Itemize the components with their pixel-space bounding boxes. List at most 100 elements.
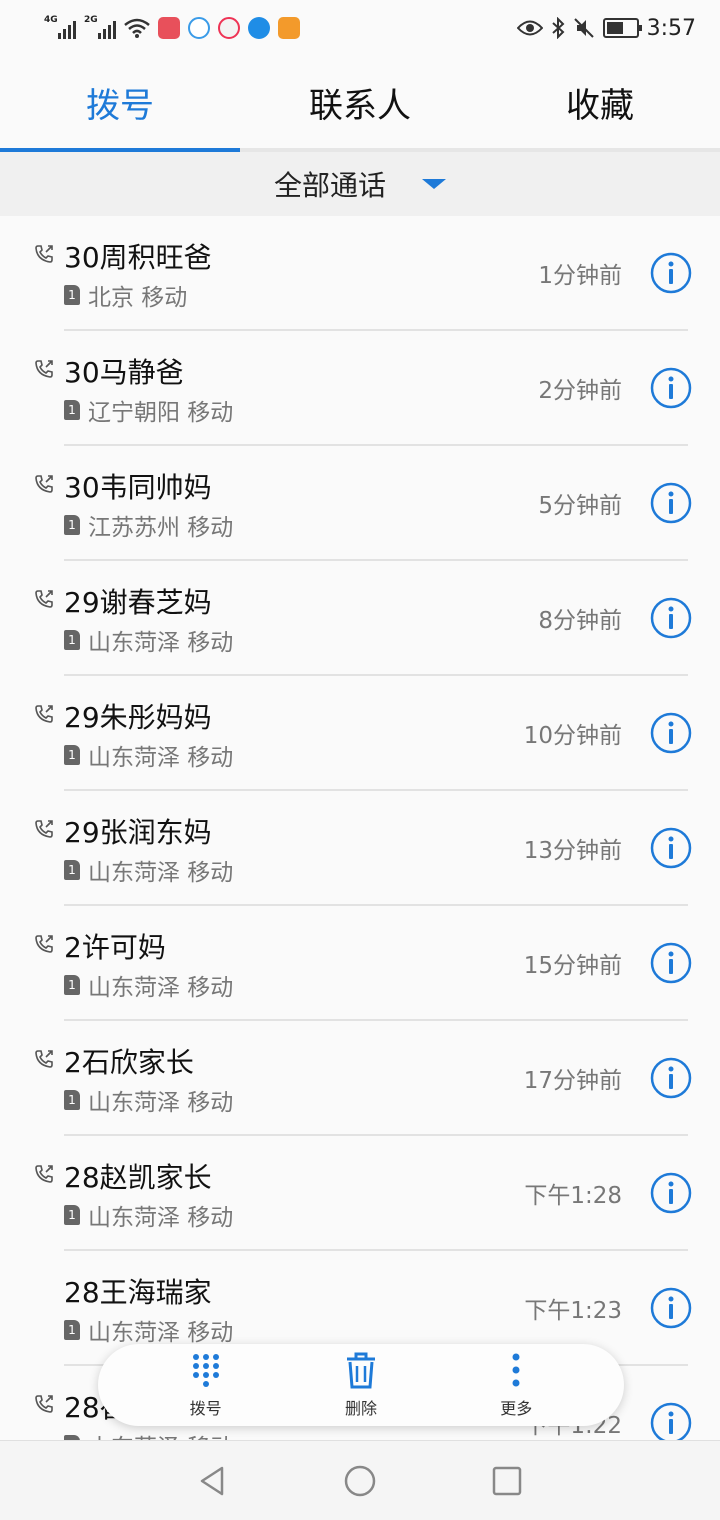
info-icon[interactable] [650, 482, 692, 524]
call-log-row[interactable]: 29张润东妈 1 山东菏泽 移动 13分钟前 [0, 791, 720, 906]
call-time: 13分钟前 [523, 838, 622, 864]
caller-location: 山东菏泽 移动 [88, 1320, 234, 1346]
caller-location-line: 1山东菏泽 移动 [64, 968, 233, 1002]
chevron-down-icon [422, 179, 446, 189]
caller-location: 山东菏泽 移动 [88, 745, 234, 771]
info-icon[interactable] [650, 252, 692, 294]
system-nav-bar [0, 1440, 720, 1520]
caller-location: 山东菏泽 移动 [88, 860, 234, 886]
info-icon[interactable] [650, 1172, 692, 1214]
outgoing-call-icon [35, 590, 53, 608]
caller-location-line: 1 山东菏泽 移动 [64, 623, 233, 657]
outgoing-call-icon [35, 245, 53, 263]
sim-card-icon: 1 [64, 400, 80, 420]
dialpad-icon [192, 1354, 219, 1387]
sim-card-icon: 1 [64, 1320, 80, 1340]
network-type-2: 2G [84, 15, 98, 25]
status-right: 3:57 [516, 16, 696, 41]
more-button[interactable]: 更多 [471, 1351, 561, 1419]
outgoing-call-icon [35, 1165, 53, 1183]
info-icon[interactable] [650, 367, 692, 409]
call-time: 2分钟前 [538, 378, 622, 404]
call-time: 8分钟前 [538, 608, 622, 634]
caller-location-line: 1山东菏泽 移动 [64, 1428, 233, 1440]
call-log-row[interactable]: 30韦同帅妈 1 江苏苏州 移动 5分钟前 [0, 446, 720, 561]
sim-card-icon: 1 [64, 1205, 80, 1225]
info-icon[interactable] [650, 712, 692, 754]
chat-bubble-icon [188, 17, 210, 39]
outgoing-call-icon [35, 475, 53, 493]
outgoing-call-icon [35, 705, 53, 723]
caller-name: 30马静爸 [64, 356, 184, 389]
call-log-row[interactable]: 29谢春芝妈 1 山东菏泽 移动 8分钟前 [0, 561, 720, 676]
caller-name: 30周积旺爸 [64, 241, 212, 274]
uc-browser-icon [278, 17, 300, 39]
sim-card-icon: 1 [64, 515, 80, 535]
caller-location-line: 1 北京 移动 [64, 278, 187, 312]
sim-card-icon: 1 [64, 285, 80, 305]
home-circle-icon[interactable] [343, 1464, 377, 1498]
caller-name: 29张润东妈 [64, 816, 212, 849]
call-filter-dropdown[interactable]: 全部通话 [0, 152, 720, 216]
call-log-row[interactable]: 2石欣家长 1 山东菏泽 移动 17分钟前 [0, 1021, 720, 1136]
app-notification-red-icon [158, 17, 180, 39]
outgoing-call-icon [35, 820, 53, 838]
outgoing-call-icon [35, 360, 53, 378]
caller-location: 北京 移动 [88, 285, 188, 311]
wifi-icon [124, 18, 150, 38]
info-icon[interactable] [650, 942, 692, 984]
network-type-1: 4G [44, 15, 58, 25]
battery-icon [602, 18, 642, 38]
info-icon[interactable] [650, 1057, 692, 1099]
delete-button-label: 删除 [344, 1399, 377, 1418]
recents-square-icon[interactable] [490, 1464, 524, 1498]
dialpad-button-label: 拨号 [189, 1399, 222, 1418]
eye-icon [516, 20, 543, 36]
call-log-row[interactable]: 2许可妈 1 山东菏泽 移动 15分钟前 [0, 906, 720, 1021]
sim-card-icon: 1 [64, 745, 80, 765]
caller-location: 山东菏泽 移动 [88, 630, 234, 656]
info-icon[interactable] [650, 827, 692, 869]
sim-card-icon: 1 [64, 630, 80, 650]
floating-action-bar: 拨号 删除 更多 [98, 1344, 624, 1426]
caller-location: 江苏苏州 移动 [88, 515, 234, 541]
trash-icon [346, 1352, 375, 1389]
call-log-row[interactable]: 30周积旺爸 1 北京 移动 1分钟前 [0, 216, 720, 331]
tab-favorites[interactable]: 收藏 [480, 56, 720, 148]
call-time: 10分钟前 [523, 723, 622, 749]
call-time: 5分钟前 [538, 493, 622, 519]
tab-dial[interactable]: 拨号 [0, 56, 240, 152]
caller-location-line: 1 山东菏泽 移动 [64, 738, 233, 772]
outgoing-call-icon [35, 935, 53, 953]
tab-contacts[interactable]: 联系人 [240, 56, 480, 148]
call-log-list[interactable]: 30周积旺爸 1 北京 移动 1分钟前 30马静爸 1 辽宁朝阳 移动 2分钟前 30韦同帅妈 1… [0, 216, 720, 1440]
main-tabs: 拨号 联系人 收藏 [0, 56, 720, 152]
caller-location-line: 1 江苏苏州 移动 [64, 508, 233, 542]
caller-location: 山东菏泽 移动 [88, 1205, 234, 1231]
call-time: 下午1:23 [524, 1298, 622, 1324]
call-log-row[interactable]: 28赵凯家长 1 山东菏泽 移动 下午1:28 [0, 1136, 720, 1251]
caller-location-line: 1 山东菏泽 移动 [64, 1313, 233, 1347]
call-filter-label: 全部通话 [273, 169, 386, 202]
status-bar: 4G 2G 3:57 [0, 0, 720, 56]
sim-card-icon: 1 [64, 1090, 80, 1110]
mute-icon [573, 18, 594, 38]
info-icon[interactable] [650, 1402, 692, 1440]
delete-button[interactable]: 删除 [316, 1351, 406, 1419]
call-log-row[interactable]: 30马静爸 1 辽宁朝阳 移动 2分钟前 [0, 331, 720, 446]
call-log-row[interactable]: 29朱彤妈妈 1 山东菏泽 移动 10分钟前 [0, 676, 720, 791]
caller-name: 28王海瑞家 [64, 1276, 212, 1309]
caller-location: 辽宁朝阳 移动 [88, 400, 234, 426]
caller-name: 28赵凯家长 [64, 1161, 212, 1194]
info-icon[interactable] [650, 1287, 692, 1329]
info-icon[interactable] [650, 597, 692, 639]
outgoing-call-icon [35, 1395, 53, 1413]
call-time: 17分钟前 [523, 1068, 622, 1094]
signal-sim1-icon: 4G [44, 15, 76, 39]
call-time: 15分钟前 [523, 953, 622, 979]
back-triangle-icon[interactable] [196, 1464, 230, 1498]
caller-name: 2石欣家长 [64, 1046, 194, 1079]
dialpad-button[interactable]: 拨号 [161, 1351, 251, 1419]
more-button-label: 更多 [500, 1399, 533, 1418]
call-time: 1分钟前 [538, 263, 622, 289]
